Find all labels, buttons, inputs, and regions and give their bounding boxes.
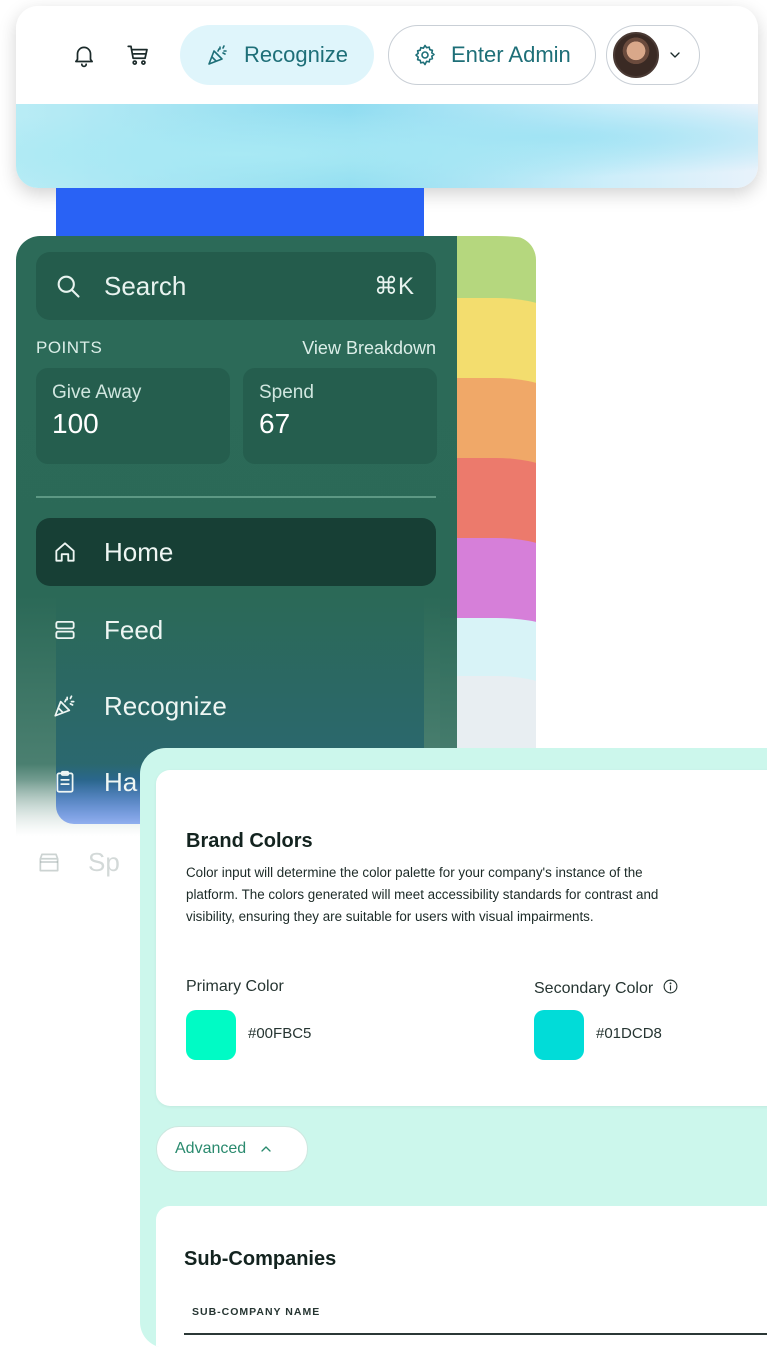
sub-companies-title: Sub-Companies: [184, 1248, 337, 1270]
sub-companies-card: Sub-Companies SUB-COMPANY NAME: [156, 1206, 767, 1347]
sidebar-item-label: Sp: [88, 846, 120, 877]
spend-value: 67: [259, 408, 291, 439]
sidebar-item-label: Home: [104, 536, 174, 567]
secondary-color-hex[interactable]: #01DCD8: [596, 1025, 662, 1042]
cart-icon[interactable]: [122, 39, 154, 71]
advanced-label: Advanced: [175, 1140, 247, 1157]
info-icon[interactable]: [662, 978, 679, 995]
brand-colors-card: Brand Colors Color input will determine …: [156, 770, 767, 1106]
recognize-label: Recognize: [244, 42, 348, 67]
chevron-up-icon: [261, 1146, 271, 1152]
primary-color-label: Primary Color: [186, 978, 284, 995]
points-label: POINTS: [36, 338, 103, 357]
home-icon: [55, 542, 75, 562]
enter-admin-label: Enter Admin: [450, 42, 571, 67]
sidebar-item-label: Feed: [104, 614, 164, 645]
secondary-color-label: Secondary Color: [534, 980, 654, 997]
give-away-label: Give Away: [52, 382, 142, 403]
search-input[interactable]: Search ⌘K: [36, 252, 436, 320]
sidebar: Search ⌘K POINTS View Breakdown Give Awa…: [16, 236, 457, 836]
points-header: POINTS View Breakdown: [36, 338, 436, 359]
advanced-toggle-button[interactable]: Advanced: [156, 1126, 308, 1172]
brand-settings-panel: Brand Colors Color input will determine …: [140, 748, 767, 1347]
view-breakdown-link[interactable]: View Breakdown: [302, 338, 436, 359]
sidebar-divider: [36, 496, 436, 498]
sidebar-item-feed[interactable]: Feed: [36, 596, 436, 664]
store-icon: [39, 853, 59, 872]
search-icon: [57, 275, 80, 298]
gear-icon: [415, 44, 435, 66]
chevron-down-icon: [670, 52, 680, 58]
party-popper-icon: [54, 695, 75, 717]
sidebar-item-label: Recognize: [104, 690, 227, 721]
secondary-color-label-row: Secondary Color: [534, 978, 679, 998]
sidebar-item-recognize[interactable]: Recognize: [36, 672, 436, 740]
header-gradient: [16, 104, 758, 188]
primary-color-swatch[interactable]: [186, 1010, 236, 1060]
search-shortcut: ⌘K: [373, 272, 414, 300]
sidebar-item-home[interactable]: Home: [36, 518, 436, 586]
sub-company-name-column-header: SUB-COMPANY NAME: [192, 1306, 321, 1318]
search-label: Search: [104, 270, 187, 301]
brand-colors-description: Color input will determine the color pal…: [186, 865, 659, 924]
give-away-value: 100: [52, 408, 99, 439]
spend-label: Spend: [259, 382, 314, 403]
bell-icon[interactable]: [68, 39, 100, 71]
header-bar: Recognize Enter Admin: [16, 6, 758, 104]
feed-icon: [55, 620, 75, 640]
recognize-button[interactable]: Recognize: [180, 25, 374, 85]
secondary-color-swatch[interactable]: [534, 1010, 584, 1060]
primary-color-hex[interactable]: #00FBC5: [248, 1025, 311, 1042]
sidebar-item-sp[interactable]: Sp: [36, 842, 120, 882]
enter-admin-button[interactable]: Enter Admin: [387, 25, 596, 85]
party-popper-icon: [208, 45, 227, 65]
avatar: [612, 32, 659, 78]
table-header-divider: [184, 1333, 767, 1335]
top-header: Recognize Enter Admin: [16, 6, 758, 188]
brand-colors-title: Brand Colors: [186, 830, 313, 852]
user-menu-button[interactable]: [605, 25, 700, 85]
give-away-points-card: Give Away 100: [36, 368, 230, 464]
spend-points-card: Spend 67: [243, 368, 437, 464]
